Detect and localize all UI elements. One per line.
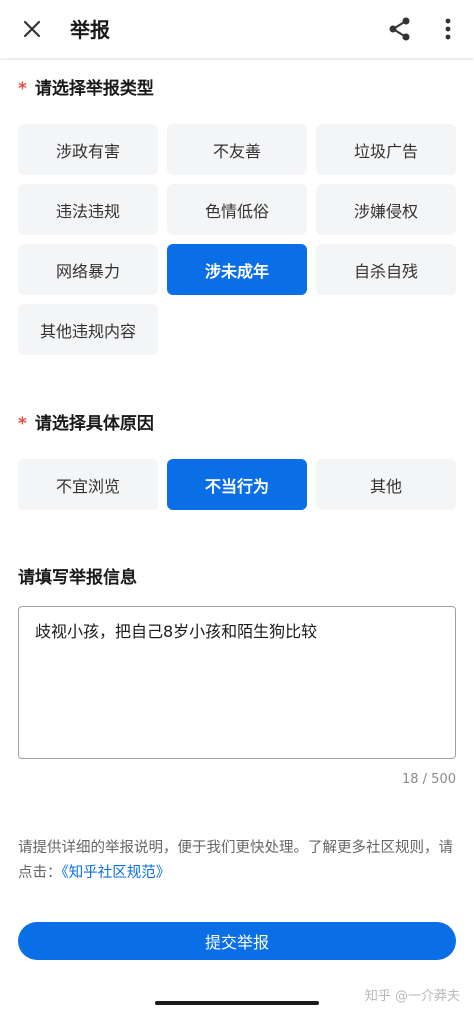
report-type-option[interactable]: 涉嫌侵权 xyxy=(316,184,456,235)
submit-button[interactable]: 提交举报 xyxy=(18,922,456,960)
report-type-option[interactable]: 不友善 xyxy=(167,124,307,175)
report-type-title: 请选择举报类型 xyxy=(34,79,154,99)
report-type-option[interactable]: 涉政有害 xyxy=(18,124,158,175)
report-type-option[interactable]: 垃圾广告 xyxy=(316,124,456,175)
close-icon[interactable] xyxy=(18,15,46,43)
required-mark: * xyxy=(18,414,27,434)
report-type-option[interactable]: 自杀自残 xyxy=(316,244,456,295)
community-rules-link[interactable]: 《知乎社区规范》 xyxy=(62,865,171,881)
report-type-heading: * 请选择举报类型 xyxy=(18,74,154,99)
report-info-textarea[interactable]: 歧视小孩，把自己8岁小孩和陌生狗比较 xyxy=(18,606,456,759)
report-type-option[interactable]: 其他违规内容 xyxy=(18,304,158,355)
top-bar: 举报 xyxy=(0,0,474,58)
page-title: 举报 xyxy=(70,18,110,42)
report-type-option[interactable]: 色情低俗 xyxy=(167,184,307,235)
report-type-option[interactable]: 网络暴力 xyxy=(18,244,158,295)
reason-heading: * 请选择具体原因 xyxy=(18,409,154,434)
required-mark: * xyxy=(18,79,27,99)
more-vertical-icon[interactable] xyxy=(438,15,458,43)
info-heading: 请填写举报信息 xyxy=(18,568,137,588)
reason-title: 请选择具体原因 xyxy=(34,414,154,434)
watermark: 知乎 @一介莽夫 xyxy=(364,989,460,1004)
reason-option[interactable]: 其他 xyxy=(316,459,456,510)
home-indicator xyxy=(155,1001,319,1005)
hint-text: 请提供详细的举报说明，便于我们更快处理。了解更多社区规则，请点击：《知乎社区规范… xyxy=(18,836,458,886)
report-type-option[interactable]: 涉未成年 xyxy=(167,244,307,295)
share-icon[interactable] xyxy=(386,15,414,43)
report-type-option[interactable]: 违法违规 xyxy=(18,184,158,235)
reason-option[interactable]: 不当行为 xyxy=(167,459,307,510)
char-counter: 18 / 500 xyxy=(402,772,456,787)
reason-option[interactable]: 不宜浏览 xyxy=(18,459,158,510)
